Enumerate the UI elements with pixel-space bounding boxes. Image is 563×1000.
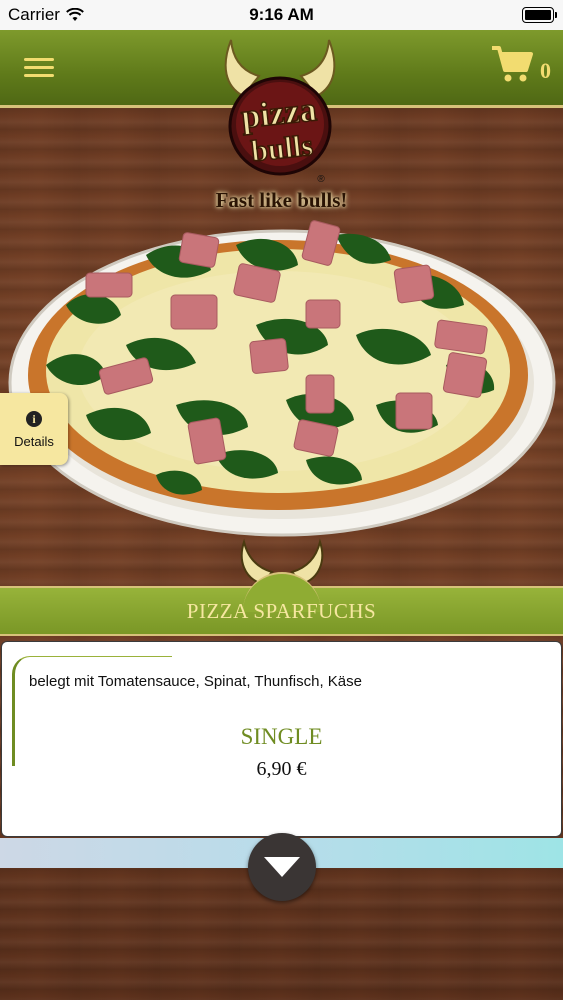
cart-count: 0 [540,58,551,83]
info-icon: i [26,411,42,427]
battery-icon [522,7,557,23]
registered-mark: ® [317,174,325,185]
details-tab[interactable]: i Details [0,393,68,465]
scroll-down-button[interactable] [248,833,316,901]
details-label: Details [14,434,54,449]
size-label[interactable]: SINGLE [2,724,561,750]
chevron-down-icon [264,857,300,877]
logo-text-bulls: bulls [250,129,315,168]
pizza-image [8,220,556,537]
product-card: belegt mit Tomatensauce, Spinat, Thunfis… [1,641,562,837]
status-bar: Carrier 9:16 AM [0,0,563,30]
menu-button[interactable] [22,54,56,84]
price-label: 6,90 € [256,758,307,780]
pizza-title: PIZZA SPARFUCHS [186,599,377,623]
cart-button[interactable]: 0 [490,44,551,84]
product-description: belegt mit Tomatensauce, Spinat, Thunfis… [29,673,362,690]
status-time: 9:16 AM [249,5,314,24]
slogan: Fast like bulls! [215,188,348,212]
hamburger-menu-icon [24,58,54,61]
shopping-cart-icon [492,46,533,82]
